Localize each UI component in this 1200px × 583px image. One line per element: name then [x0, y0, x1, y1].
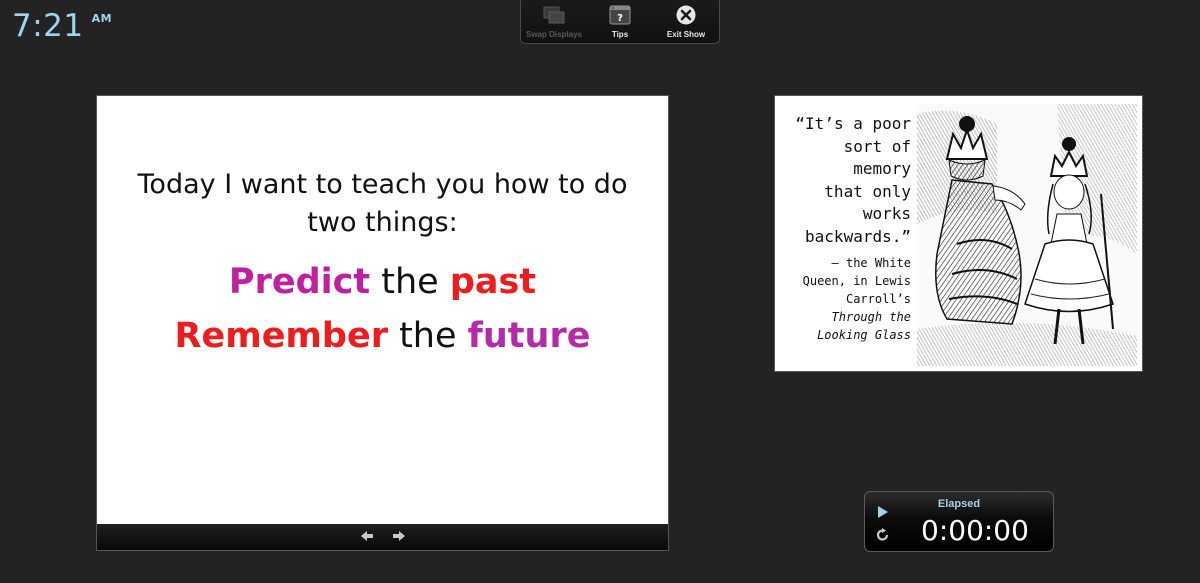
presenter-toolbar: Swap Displays ? Tips Exit Show — [520, 0, 720, 44]
elapsed-timer: Elapsed 0:00:00 — [864, 491, 1054, 552]
current-slide-panel: Today I want to teach you how to do two … — [96, 95, 669, 551]
presenter-clock: 7:21 AM — [12, 8, 112, 44]
swap-displays-button[interactable]: Swap Displays — [523, 5, 585, 39]
quote-line: sort of — [843, 136, 911, 156]
book-title-line: Looking Glass — [817, 328, 911, 342]
quote-line: backwards.” — [805, 226, 911, 246]
slide-nav-bar — [97, 524, 668, 550]
next-slide-attribution: – the White Queen, in Lewis Carroll’s Th… — [779, 254, 911, 344]
slide-line-predict: Predict the past — [229, 262, 536, 302]
slide-intro-text: Today I want to teach you how to do two … — [137, 169, 628, 238]
play-icon[interactable] — [877, 505, 889, 523]
word-predict: Predict — [228, 262, 371, 302]
attribution-line: – the White — [831, 256, 911, 270]
word-the-1: the — [370, 262, 450, 302]
attribution-line: Queen, in Lewis — [802, 274, 911, 288]
quote-line: memory — [853, 159, 911, 178]
tips-icon: ? — [609, 5, 631, 25]
tips-button[interactable]: ? Tips — [589, 5, 651, 39]
word-future: future — [467, 316, 591, 356]
current-slide: Today I want to teach you how to do two … — [97, 96, 668, 524]
word-past: past — [449, 262, 537, 302]
swap-displays-label: Swap Displays — [525, 30, 583, 39]
exit-show-button[interactable]: Exit Show — [655, 5, 717, 39]
swap-displays-icon — [542, 5, 566, 25]
timer-value: 0:00:00 — [921, 514, 1029, 547]
clock-ampm: AM — [91, 12, 113, 25]
quote-line: works — [862, 204, 911, 223]
next-slide-quote: “It’s a poor sort of memory that only wo… — [779, 113, 911, 248]
previous-slide-arrow-icon[interactable] — [360, 529, 374, 546]
quote-line: “It’s a poor — [795, 114, 911, 133]
svg-text:?: ? — [617, 13, 623, 24]
two-queens-illustration — [917, 104, 1137, 366]
timer-label: Elapsed — [937, 498, 981, 510]
reset-icon[interactable] — [876, 528, 890, 547]
quote-line: that only — [824, 181, 911, 201]
clock-time: 7:21 — [12, 8, 84, 44]
book-title-line: Through the — [831, 310, 911, 324]
attribution-line: Carroll’s — [845, 292, 911, 306]
exit-show-label: Exit Show — [666, 30, 706, 39]
word-the-2: the — [387, 316, 468, 356]
next-slide-preview[interactable]: “It’s a poor sort of memory that only wo… — [774, 95, 1143, 372]
close-circle-icon — [675, 5, 697, 25]
tips-label: Tips — [611, 30, 629, 39]
next-slide-arrow-icon[interactable] — [392, 529, 406, 546]
slide-line-remember: Remember the future — [175, 316, 591, 356]
word-remember: Remember — [174, 316, 388, 356]
